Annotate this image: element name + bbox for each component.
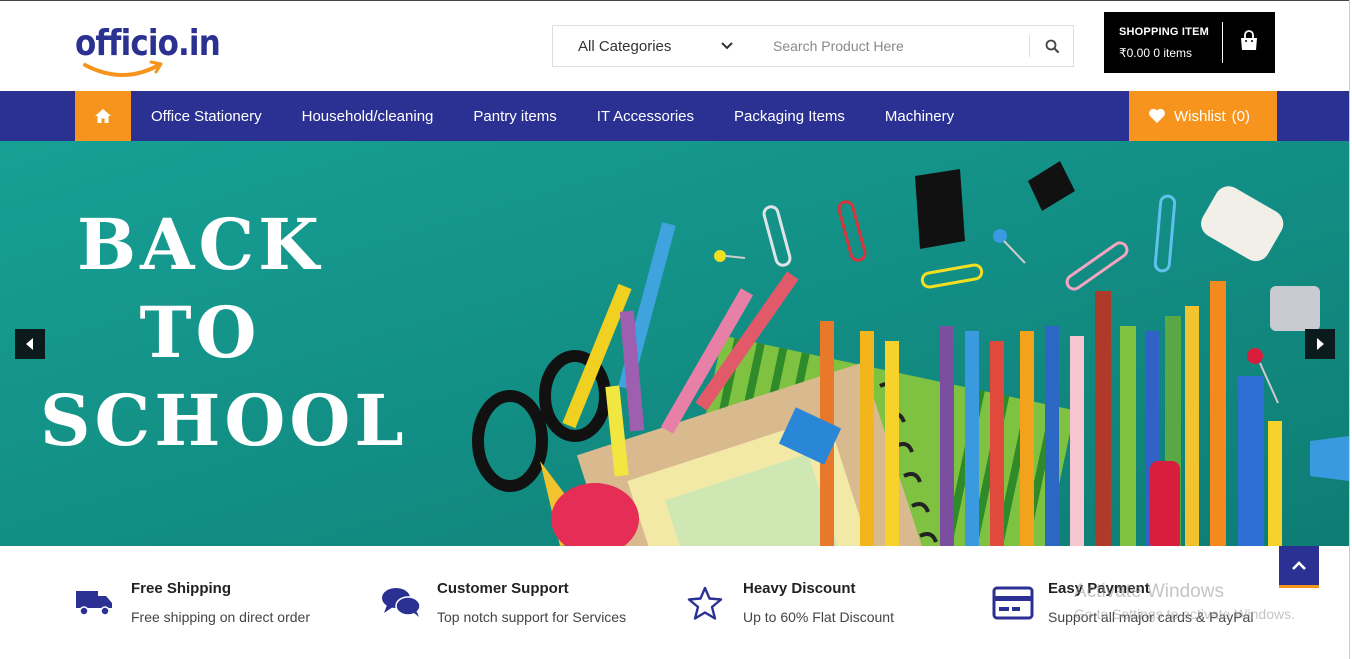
credit-card-icon bbox=[992, 586, 1034, 620]
chevron-up-icon bbox=[1292, 560, 1306, 570]
search-button[interactable] bbox=[1029, 35, 1073, 57]
search-input[interactable] bbox=[757, 26, 1029, 66]
wishlist-button[interactable]: Wishlist (0) bbox=[1129, 91, 1277, 141]
wishlist-label: Wishlist bbox=[1174, 107, 1226, 125]
category-select-value: All Categories bbox=[578, 37, 672, 55]
smile-arrow-icon bbox=[83, 60, 163, 77]
slider-prev-button[interactable] bbox=[15, 329, 45, 359]
feature-title: Heavy Discount bbox=[743, 580, 856, 597]
heart-icon bbox=[1149, 108, 1165, 123]
nav-links: Office Stationery Household/cleaning Pan… bbox=[131, 91, 974, 141]
truck-icon bbox=[76, 591, 112, 616]
windows-activation-hint: Go to Settings to activate Windows. bbox=[1074, 606, 1295, 622]
hero-banner[interactable]: BACK TO SCHOOL bbox=[0, 141, 1349, 546]
shopping-bag-icon bbox=[1241, 30, 1257, 50]
main-nav: Office Stationery Household/cleaning Pan… bbox=[0, 91, 1349, 141]
chevron-right-icon bbox=[1317, 338, 1324, 350]
search-icon bbox=[1045, 39, 1059, 53]
chat-icon bbox=[382, 588, 421, 617]
header: officio.in All Categories SHOPPING ITEM … bbox=[0, 0, 1352, 91]
nav-item-machinery[interactable]: Machinery bbox=[865, 108, 974, 125]
feature-desc: Free shipping on direct order bbox=[131, 609, 310, 625]
scroll-to-top-button[interactable] bbox=[1279, 546, 1319, 588]
banner-line-school: SCHOOL bbox=[40, 379, 408, 462]
nav-item-office-stationery[interactable]: Office Stationery bbox=[131, 108, 282, 125]
site-logo[interactable]: officio.in bbox=[75, 23, 225, 85]
slider-next-button[interactable] bbox=[1305, 329, 1335, 359]
nav-item-household-cleaning[interactable]: Household/cleaning bbox=[282, 108, 454, 125]
wishlist-count: (0) bbox=[1231, 107, 1251, 125]
chevron-left-icon bbox=[26, 338, 33, 350]
home-button[interactable] bbox=[75, 91, 131, 141]
chevron-down-icon bbox=[721, 42, 733, 50]
feature-title: Customer Support bbox=[437, 580, 569, 597]
banner-line-back: BACK bbox=[76, 203, 324, 286]
shopping-cart-button[interactable]: SHOPPING ITEM ₹0.00 0 items bbox=[1104, 12, 1275, 73]
star-icon bbox=[687, 586, 723, 620]
cart-title: SHOPPING ITEM bbox=[1119, 26, 1209, 38]
feature-desc: Up to 60% Flat Discount bbox=[743, 609, 894, 625]
banner-line-to: TO bbox=[139, 291, 261, 374]
home-icon bbox=[95, 109, 111, 123]
cart-divider bbox=[1222, 22, 1223, 63]
nav-item-it-accessories[interactable]: IT Accessories bbox=[577, 108, 714, 125]
nav-item-pantry-items[interactable]: Pantry items bbox=[453, 108, 576, 125]
nav-item-packaging-items[interactable]: Packaging Items bbox=[714, 108, 865, 125]
windows-activation-watermark: Activate Windows bbox=[1074, 581, 1224, 602]
banner-headline: BACK TO SCHOOL bbox=[40, 201, 408, 465]
cart-summary: ₹0.00 0 items bbox=[1119, 46, 1193, 60]
feature-desc: Top notch support for Services bbox=[437, 609, 627, 625]
search-bar: All Categories bbox=[552, 25, 1074, 67]
feature-title: Free Shipping bbox=[131, 580, 232, 597]
category-select[interactable]: All Categories bbox=[553, 26, 757, 66]
